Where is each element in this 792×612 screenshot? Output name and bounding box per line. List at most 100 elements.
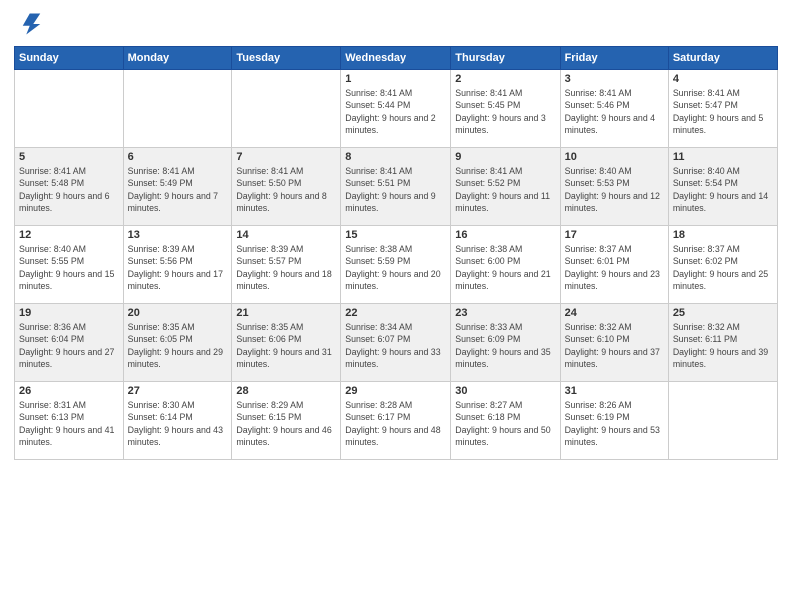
calendar-cell: 4Sunrise: 8:41 AM Sunset: 5:47 PM Daylig… [668,70,777,148]
cell-day-number: 13 [128,229,228,241]
cell-info-text: Sunrise: 8:38 AM Sunset: 5:59 PM Dayligh… [345,243,446,292]
calendar-cell: 3 Sunrise: 8:41 AM Sunset: 5:46 PM Daylig… [560,70,668,148]
cell-info-text: Sunrise: 8:40 AM Sunset: 5:55 PM Dayligh… [19,243,119,292]
weekday-header-sunday: Sunday [15,47,124,70]
cell-info-text: Sunrise: 8:32 AM Sunset: 6:11 PM Dayligh… [673,321,773,370]
cell-info-text: Sunrise: 8:41 AM Sunset: 5:50 PM Dayligh… [236,165,336,214]
header [14,10,778,38]
calendar-cell: 23Sunrise: 8:33 AM Sunset: 6:09 PM Dayli… [451,304,560,382]
page: SundayMondayTuesdayWednesdayThursdayFrid… [0,0,792,612]
calendar-cell: 17Sunrise: 8:37 AM Sunset: 6:01 PM Dayli… [560,226,668,304]
cell-info-text: Sunrise: 8:32 AM Sunset: 6:10 PM Dayligh… [565,321,664,370]
cell-day-number: 25 [673,307,773,319]
calendar-week-row: 1 Sunrise: 8:41 AM Sunset: 5:44 PM Daylig… [15,70,778,148]
cell-info-text: Sunrise: 8:31 AM Sunset: 6:13 PM Dayligh… [19,399,119,448]
cell-day-number: 7 [236,151,336,163]
logo [14,10,46,38]
calendar-cell [15,70,124,148]
cell-info-text: Sunrise: 8:34 AM Sunset: 6:07 PM Dayligh… [345,321,446,370]
cell-day-number: 11 [673,151,773,163]
calendar-cell [123,70,232,148]
cell-day-number: 9 [455,151,555,163]
cell-info-text: Sunrise: 8:37 AM Sunset: 6:02 PM Dayligh… [673,243,773,292]
weekday-header-friday: Friday [560,47,668,70]
logo-icon [14,10,42,38]
calendar-week-row: 26 Sunrise: 8:31 AM Sunset: 6:13 PM Dayli… [15,382,778,460]
cell-day-number: 28 [236,385,336,397]
cell-info-text: Sunrise: 8:38 AM Sunset: 6:00 PM Dayligh… [455,243,555,292]
calendar-cell: 22 Sunrise: 8:34 AM Sunset: 6:07 PM Dayli… [341,304,451,382]
cell-day-number: 18 [673,229,773,241]
cell-day-number: 1 [345,73,446,85]
cell-info-text: Sunrise: 8:41 AM Sunset: 5:45 PM Dayligh… [455,87,555,136]
cell-day-number: 22 [345,307,446,319]
cell-day-number: 12 [19,229,119,241]
cell-info-text: Sunrise: 8:35 AM Sunset: 6:05 PM Dayligh… [128,321,228,370]
cell-day-number: 27 [128,385,228,397]
calendar-cell: 25 Sunrise: 8:32 AM Sunset: 6:11 PM Dayli… [668,304,777,382]
cell-info-text: Sunrise: 8:41 AM Sunset: 5:49 PM Dayligh… [128,165,228,214]
cell-day-number: 6 [128,151,228,163]
calendar-cell: 16 Sunrise: 8:38 AM Sunset: 6:00 PM Dayli… [451,226,560,304]
cell-day-number: 20 [128,307,228,319]
cell-info-text: Sunrise: 8:26 AM Sunset: 6:19 PM Dayligh… [565,399,664,448]
cell-day-number: 30 [455,385,555,397]
calendar-cell: 27 Sunrise: 8:30 AM Sunset: 6:14 PM Dayli… [123,382,232,460]
cell-day-number: 24 [565,307,664,319]
calendar-cell: 30 Sunrise: 8:27 AM Sunset: 6:18 PM Dayli… [451,382,560,460]
cell-info-text: Sunrise: 8:39 AM Sunset: 5:56 PM Dayligh… [128,243,228,292]
calendar-cell: 10 Sunrise: 8:40 AM Sunset: 5:53 PM Dayli… [560,148,668,226]
calendar-cell: 13 Sunrise: 8:39 AM Sunset: 5:56 PM Dayli… [123,226,232,304]
weekday-header-row: SundayMondayTuesdayWednesdayThursdayFrid… [15,47,778,70]
calendar-cell: 20 Sunrise: 8:35 AM Sunset: 6:05 PM Dayli… [123,304,232,382]
cell-info-text: Sunrise: 8:40 AM Sunset: 5:53 PM Dayligh… [565,165,664,214]
calendar-cell: 28 Sunrise: 8:29 AM Sunset: 6:15 PM Dayli… [232,382,341,460]
calendar-cell: 12 Sunrise: 8:40 AM Sunset: 5:55 PM Dayli… [15,226,124,304]
calendar-cell: 8Sunrise: 8:41 AM Sunset: 5:51 PM Daylig… [341,148,451,226]
calendar-cell [668,382,777,460]
cell-day-number: 4 [673,73,773,85]
cell-info-text: Sunrise: 8:40 AM Sunset: 5:54 PM Dayligh… [673,165,773,214]
weekday-header-saturday: Saturday [668,47,777,70]
cell-day-number: 26 [19,385,119,397]
calendar-cell: 14 Sunrise: 8:39 AM Sunset: 5:57 PM Dayli… [232,226,341,304]
cell-day-number: 19 [19,307,119,319]
cell-day-number: 16 [455,229,555,241]
calendar-cell: 2 Sunrise: 8:41 AM Sunset: 5:45 PM Daylig… [451,70,560,148]
cell-day-number: 15 [345,229,446,241]
calendar-week-row: 5Sunrise: 8:41 AM Sunset: 5:48 PM Daylig… [15,148,778,226]
cell-info-text: Sunrise: 8:27 AM Sunset: 6:18 PM Dayligh… [455,399,555,448]
calendar-week-row: 12 Sunrise: 8:40 AM Sunset: 5:55 PM Dayli… [15,226,778,304]
cell-day-number: 31 [565,385,664,397]
weekday-header-tuesday: Tuesday [232,47,341,70]
cell-info-text: Sunrise: 8:41 AM Sunset: 5:44 PM Dayligh… [345,87,446,136]
calendar-cell [232,70,341,148]
cell-info-text: Sunrise: 8:41 AM Sunset: 5:46 PM Dayligh… [565,87,664,136]
calendar-cell: 24 Sunrise: 8:32 AM Sunset: 6:10 PM Dayli… [560,304,668,382]
cell-info-text: Sunrise: 8:29 AM Sunset: 6:15 PM Dayligh… [236,399,336,448]
cell-info-text: Sunrise: 8:35 AM Sunset: 6:06 PM Dayligh… [236,321,336,370]
calendar-cell: 18 Sunrise: 8:37 AM Sunset: 6:02 PM Dayli… [668,226,777,304]
calendar-cell: 1 Sunrise: 8:41 AM Sunset: 5:44 PM Daylig… [341,70,451,148]
cell-info-text: Sunrise: 8:39 AM Sunset: 5:57 PM Dayligh… [236,243,336,292]
cell-info-text: Sunrise: 8:37 AM Sunset: 6:01 PM Dayligh… [565,243,664,292]
cell-day-number: 2 [455,73,555,85]
weekday-header-thursday: Thursday [451,47,560,70]
calendar-cell: 15 Sunrise: 8:38 AM Sunset: 5:59 PM Dayli… [341,226,451,304]
calendar-table: SundayMondayTuesdayWednesdayThursdayFrid… [14,46,778,460]
calendar-cell: 7 Sunrise: 8:41 AM Sunset: 5:50 PM Daylig… [232,148,341,226]
calendar-cell: 21Sunrise: 8:35 AM Sunset: 6:06 PM Dayli… [232,304,341,382]
cell-day-number: 5 [19,151,119,163]
weekday-header-monday: Monday [123,47,232,70]
calendar-cell: 6 Sunrise: 8:41 AM Sunset: 5:49 PM Daylig… [123,148,232,226]
calendar-cell: 19Sunrise: 8:36 AM Sunset: 6:04 PM Dayli… [15,304,124,382]
cell-day-number: 10 [565,151,664,163]
cell-day-number: 23 [455,307,555,319]
cell-day-number: 3 [565,73,664,85]
cell-info-text: Sunrise: 8:41 AM Sunset: 5:52 PM Dayligh… [455,165,555,214]
cell-info-text: Sunrise: 8:30 AM Sunset: 6:14 PM Dayligh… [128,399,228,448]
calendar-cell: 31 Sunrise: 8:26 AM Sunset: 6:19 PM Dayli… [560,382,668,460]
cell-day-number: 14 [236,229,336,241]
cell-info-text: Sunrise: 8:41 AM Sunset: 5:51 PM Dayligh… [345,165,446,214]
calendar-cell: 9 Sunrise: 8:41 AM Sunset: 5:52 PM Daylig… [451,148,560,226]
